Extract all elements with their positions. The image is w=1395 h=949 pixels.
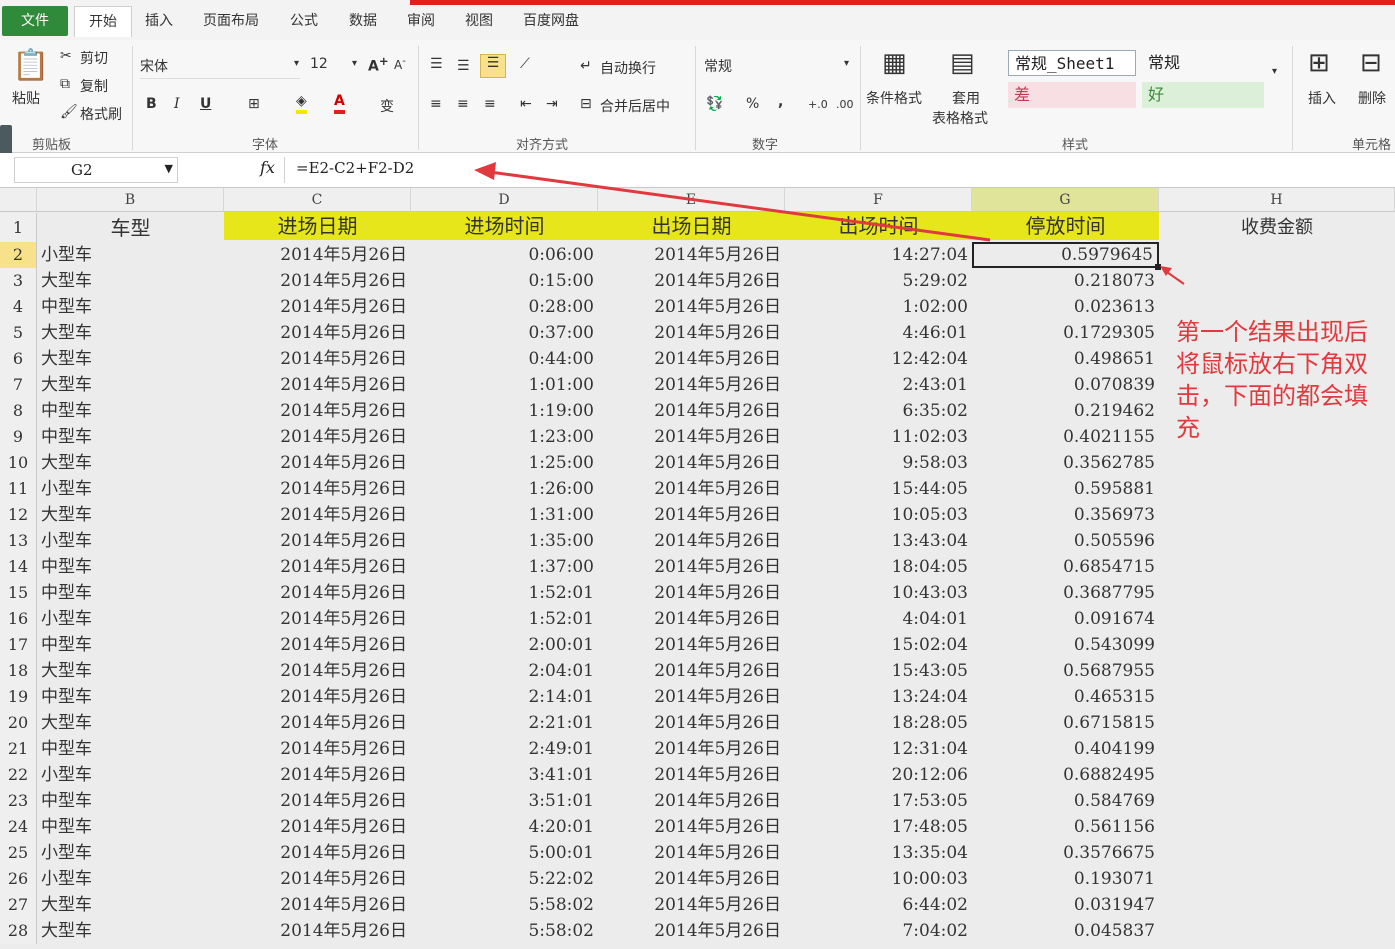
annotation-arrows [474, 162, 1185, 285]
arrowhead-icon [474, 162, 496, 180]
formula-pointer-arrow [489, 170, 991, 242]
